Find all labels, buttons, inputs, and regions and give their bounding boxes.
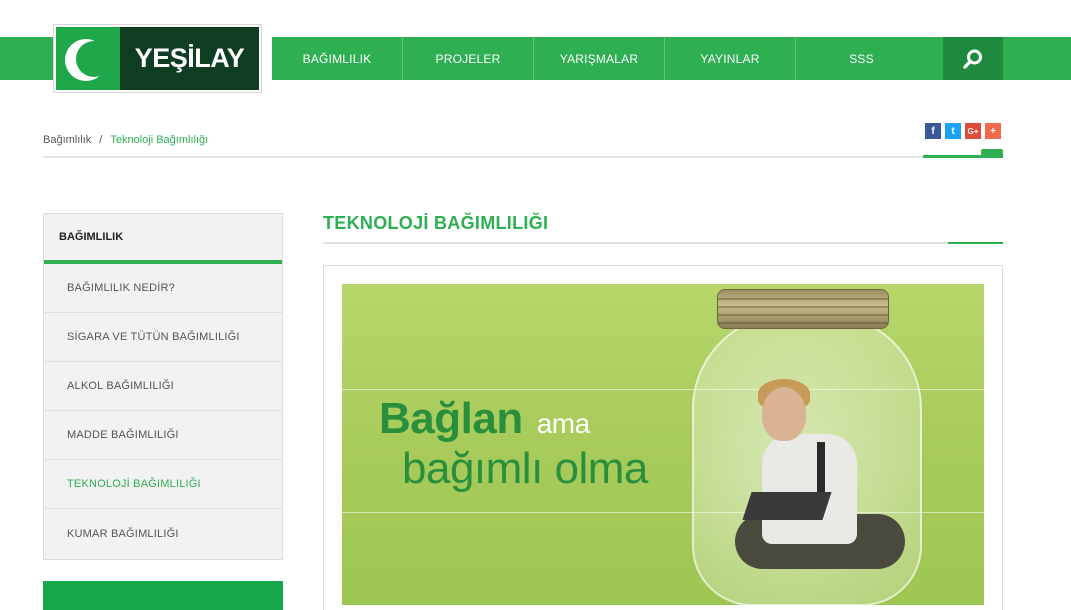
yesilay-logo[interactable]: YEŞİLAY [53, 24, 262, 93]
logo-wordmark: YEŞİLAY [120, 27, 259, 90]
sidebar: BAĞIMLILIK BAĞIMLILIK NEDİR? SİGARA VE T… [43, 213, 283, 560]
banner-image: Bağlan ama bağımlı olma [342, 284, 984, 605]
sidebar-item-bagimlilik-nedir[interactable]: BAĞIMLILIK NEDİR? [44, 264, 282, 313]
search-button[interactable] [943, 37, 1003, 80]
banner-slogan-ama: ama [536, 408, 590, 439]
banner-slogan-line2: bağımlı olma [402, 444, 648, 493]
header-right-band [1003, 37, 1071, 80]
breadcrumb-root[interactable]: Bağımlılık [43, 134, 91, 146]
title-divider [323, 242, 1003, 244]
nav-item-yayinlar[interactable]: YAYINLAR [665, 37, 796, 80]
header-left-band [0, 37, 54, 80]
sidebar-green-block [43, 581, 283, 610]
laptop-illustration [742, 492, 832, 520]
breadcrumb-separator: / [99, 134, 103, 146]
nav-item-sss[interactable]: SSS [796, 37, 927, 80]
title-divider-accent [948, 242, 1003, 244]
sidebar-item-madde[interactable]: MADDE BAĞIMLILIĞI [44, 411, 282, 460]
banner-slogan-bold: Bağlan [379, 394, 523, 443]
nav-item-bagimlilik[interactable]: BAĞIMLILIK [272, 37, 403, 80]
page-title: TEKNOLOJİ BAĞIMLILIĞI [323, 213, 549, 233]
crescent-logo-icon [56, 27, 120, 90]
breadcrumb-current: Teknoloji Bağımlılığı [110, 134, 209, 146]
twitter-icon[interactable]: t [945, 123, 961, 139]
sidebar-item-alkol[interactable]: ALKOL BAĞIMLILIĞI [44, 362, 282, 411]
banner-slogan-line1: Bağlan ama [379, 394, 590, 444]
page: YEŞİLAY BAĞIMLILIK PROJELER YARIŞMALAR Y… [0, 0, 1071, 610]
googleplus-icon[interactable]: G+ [965, 123, 981, 139]
jar-lid [717, 289, 889, 329]
breadcrumb: Bağımlılık / Teknoloji Bağımlılığı [43, 134, 208, 146]
sidebar-heading[interactable]: BAĞIMLILIK [44, 214, 282, 264]
search-icon [963, 49, 982, 69]
print-icon[interactable] [981, 149, 1003, 156]
main-nav: BAĞIMLILIK PROJELER YARIŞMALAR YAYINLAR … [272, 37, 1003, 80]
sidebar-item-kumar[interactable]: KUMAR BAĞIMLILIĞI [44, 509, 282, 558]
facebook-icon[interactable]: f [925, 123, 941, 139]
breadcrumb-divider [43, 156, 1003, 158]
sidebar-item-sigara[interactable]: SİGARA VE TÜTÜN BAĞIMLILIĞI [44, 313, 282, 362]
social-share: f t G+ + [925, 123, 1001, 139]
nav-item-yarismalar[interactable]: YARIŞMALAR [534, 37, 665, 80]
sidebar-item-teknoloji[interactable]: TEKNOLOJİ BAĞIMLILIĞI [44, 460, 282, 509]
nav-item-projeler[interactable]: PROJELER [403, 37, 534, 80]
share-plus-icon[interactable]: + [985, 123, 1001, 139]
